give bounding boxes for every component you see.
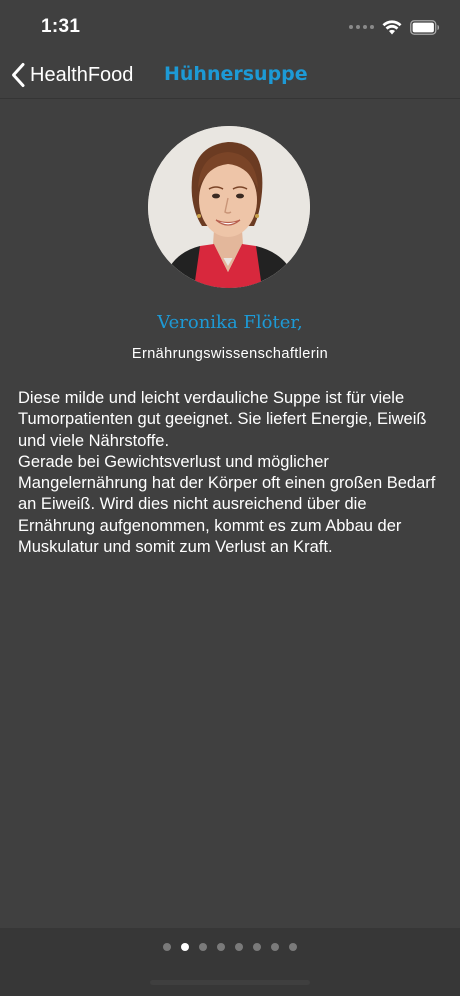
description-paragraph: Diese milde und leicht verdauliche Suppe… bbox=[18, 389, 427, 450]
home-indicator[interactable] bbox=[150, 980, 310, 985]
page-dot[interactable] bbox=[163, 943, 171, 951]
page-dot[interactable] bbox=[199, 943, 207, 951]
author-role: Ernährungswissenschaftlerin bbox=[131, 346, 329, 362]
status-bar: 1:31 bbox=[0, 0, 460, 52]
page-indicator[interactable] bbox=[0, 943, 460, 951]
screen: 1:31 HealthFood Hühnersuppe Veronika Flö… bbox=[0, 0, 460, 996]
status-time: 1:31 bbox=[41, 16, 81, 37]
description-paragraph: Gerade bei Gewichtsverlust und möglicher… bbox=[18, 452, 436, 557]
wifi-icon bbox=[382, 20, 402, 35]
page-dot[interactable] bbox=[253, 943, 261, 951]
signal-dots-icon bbox=[349, 25, 374, 29]
author-avatar bbox=[148, 126, 310, 288]
author-name: Veronika Flöter, bbox=[157, 312, 303, 333]
page-dot[interactable] bbox=[181, 943, 189, 951]
status-icons bbox=[349, 17, 440, 37]
back-button[interactable]: HealthFood bbox=[10, 60, 133, 90]
battery-icon bbox=[410, 19, 439, 35]
footer-bar bbox=[0, 928, 460, 996]
chevron-left-icon bbox=[12, 63, 25, 87]
page-dot[interactable] bbox=[289, 943, 297, 951]
page-dot[interactable] bbox=[235, 943, 243, 951]
author-photo bbox=[148, 126, 310, 288]
page-dot[interactable] bbox=[271, 943, 279, 951]
navigation-bar: HealthFood Hühnersuppe bbox=[0, 52, 460, 99]
description-text: Diese milde und leicht verdauliche Suppe… bbox=[18, 388, 442, 558]
page-title: Hühnersuppe bbox=[164, 63, 308, 85]
page-dot[interactable] bbox=[217, 943, 225, 951]
back-button-label: HealthFood bbox=[30, 63, 134, 86]
